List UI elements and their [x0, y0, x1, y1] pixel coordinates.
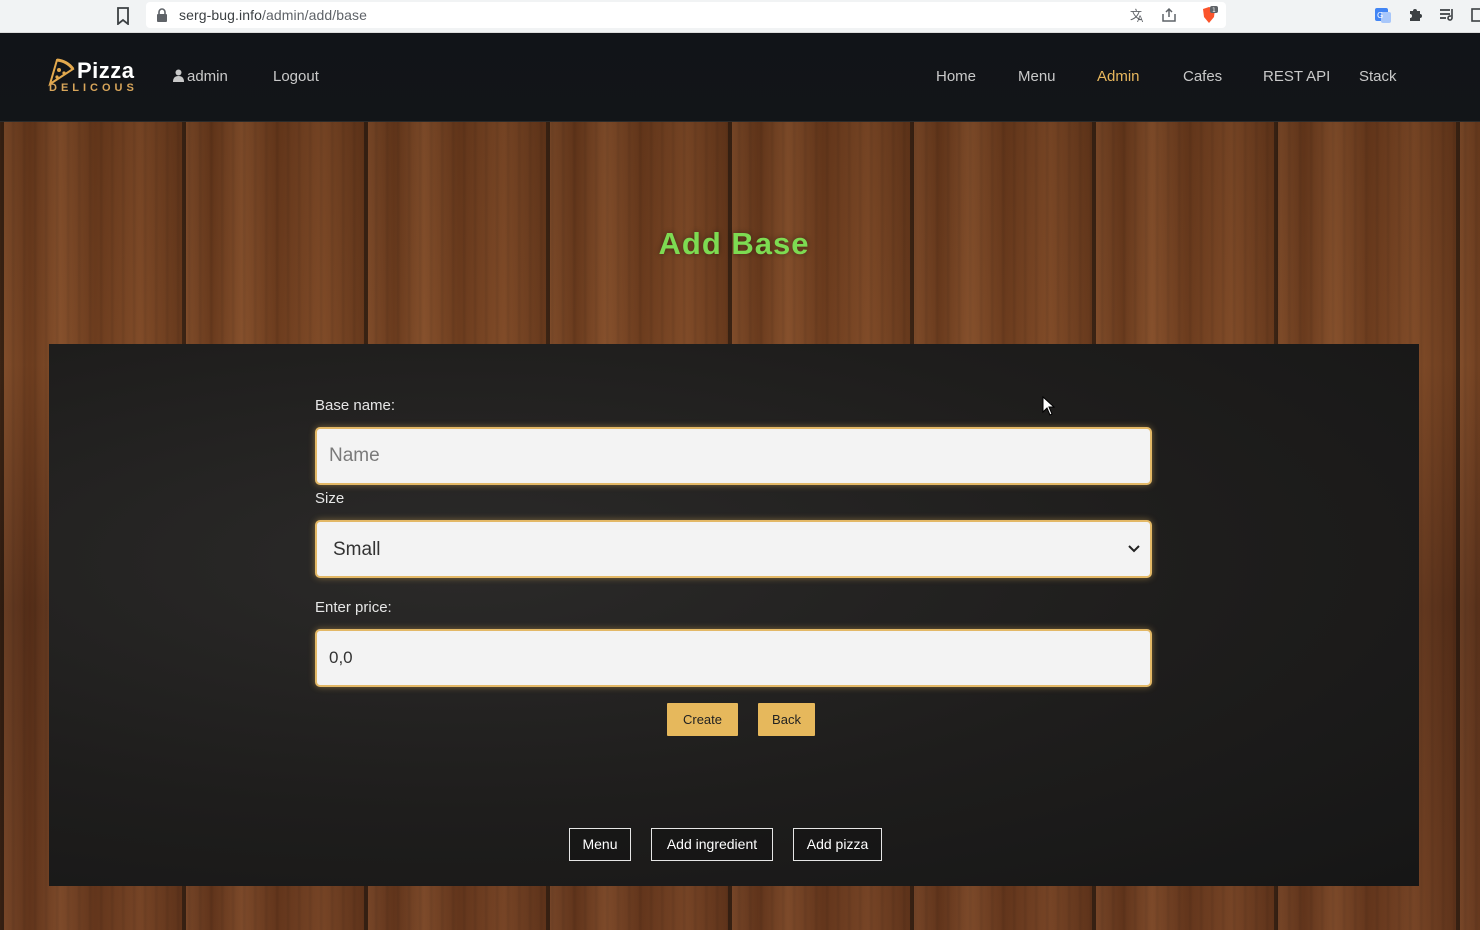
- reading-list-icon[interactable]: [1438, 6, 1456, 24]
- back-button[interactable]: Back: [758, 703, 815, 736]
- mouse-cursor-icon: [1042, 396, 1055, 416]
- svg-text:G: G: [1377, 11, 1383, 20]
- create-button[interactable]: Create: [667, 703, 738, 736]
- url-path: /admin/add/base: [262, 7, 368, 23]
- logo-subtitle: DELICOUS: [49, 82, 138, 94]
- price-input[interactable]: [315, 629, 1152, 687]
- base-name-label: Base name:: [315, 397, 396, 414]
- svg-text:1: 1: [1212, 7, 1216, 14]
- menu-link-button[interactable]: Menu: [569, 828, 631, 861]
- logout-link[interactable]: Logout: [273, 68, 319, 85]
- form-card: [49, 344, 1419, 886]
- page-title: Add Base: [658, 226, 810, 261]
- base-name-input[interactable]: [315, 427, 1152, 485]
- brave-shield-icon[interactable]: 1: [1200, 6, 1218, 24]
- bookmark-icon[interactable]: [115, 7, 131, 25]
- google-translate-icon[interactable]: G: [1374, 6, 1392, 24]
- logo[interactable]: Pizza DELICOUS: [47, 57, 147, 101]
- nav-cafes[interactable]: Cafes: [1183, 68, 1222, 85]
- nav-stack[interactable]: Stack: [1359, 68, 1397, 85]
- add-pizza-button[interactable]: Add pizza: [793, 828, 882, 861]
- logo-title: Pizza: [77, 58, 135, 83]
- size-select[interactable]: Small: [315, 520, 1152, 578]
- price-label: Enter price:: [315, 599, 392, 616]
- nav-rest-api[interactable]: REST API: [1263, 68, 1330, 85]
- svg-text:A: A: [1137, 15, 1144, 24]
- browser-toolbar: serg-bug.info/admin/add/base 文A 1 G: [0, 0, 1480, 33]
- user-icon: [173, 69, 184, 82]
- nav-admin[interactable]: Admin: [1097, 68, 1140, 85]
- translate-icon[interactable]: 文A: [1128, 6, 1146, 24]
- extensions-icon[interactable]: [1406, 6, 1424, 24]
- chevron-down-icon: [1128, 545, 1140, 553]
- url-text[interactable]: serg-bug.info/admin/add/base: [179, 7, 367, 23]
- size-selected-value: Small: [333, 539, 381, 560]
- size-label: Size: [315, 490, 345, 507]
- lock-icon[interactable]: [156, 8, 168, 22]
- sidebar-icon[interactable]: [1470, 6, 1480, 24]
- user-link[interactable]: admin: [173, 68, 228, 85]
- nav-home[interactable]: Home: [936, 68, 976, 85]
- url-host: serg-bug.info: [179, 7, 263, 23]
- nav-menu[interactable]: Menu: [1018, 68, 1056, 85]
- share-icon[interactable]: [1160, 6, 1178, 24]
- user-name: admin: [187, 68, 228, 85]
- add-ingredient-button[interactable]: Add ingredient: [651, 828, 773, 861]
- site-header: Pizza DELICOUS admin Logout Home Menu Ad…: [0, 33, 1480, 122]
